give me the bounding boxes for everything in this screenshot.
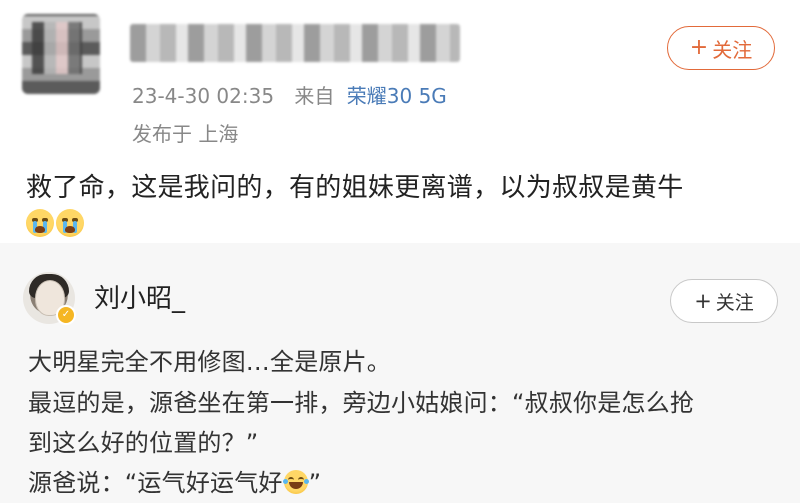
plus-icon: + [689,35,709,60]
quoted-follow-label: 关注 [715,291,754,314]
quoted-text-line: 大明星完全不用修图…全是原片。 [28,348,391,376]
plus-icon: + [694,288,712,313]
post-body: 救了命，这是我问的，有的姐妹更离谱，以为叔叔是黄牛 [26,173,684,203]
emoji-row [26,209,84,237]
blurred-username[interactable] [130,24,460,62]
weibo-post: 23-4-30 02:35 来自 荣耀30 5G 发布于 上海 + 关注 救了命… [0,0,800,243]
post-meta: 23-4-30 02:35 来自 荣耀30 5G [132,80,447,109]
laughing-emoji-icon [282,470,309,494]
quoted-text-suffix: ” [308,469,322,497]
post-timestamp: 23-4-30 02:35 [132,84,275,108]
quoted-text-line: 源爸说：“运气好运气好 ” [28,463,321,498]
device-link[interactable]: 荣耀30 5G [347,84,447,108]
quoted-author-name[interactable]: 刘小昭_ [94,278,185,315]
quoted-post[interactable]: ✓ 刘小昭_ + 关注 大明星完全不用修图…全是原片。 最逗的是，源爸坐在第一排… [0,243,800,503]
verified-badge-icon: ✓ [56,305,76,325]
crying-emoji-icon [26,209,54,237]
follow-button-label: 关注 [712,37,753,62]
follow-button[interactable]: + 关注 [667,26,775,70]
quoted-follow-button[interactable]: + 关注 [670,279,778,323]
crying-emoji-icon [56,209,84,237]
quoted-text-prefix: 源爸说：“运气好运气好 [28,469,283,497]
post-location: 发布于 上海 [132,122,239,146]
blurred-avatar[interactable] [22,14,100,94]
from-label: 来自 [294,84,335,108]
quoted-text-line: 最逗的是，源爸坐在第一排，旁边小姑娘问：“叔叔你是怎么抢 [28,389,695,417]
quoted-text-line: 到这么好的位置的？” [28,429,259,457]
